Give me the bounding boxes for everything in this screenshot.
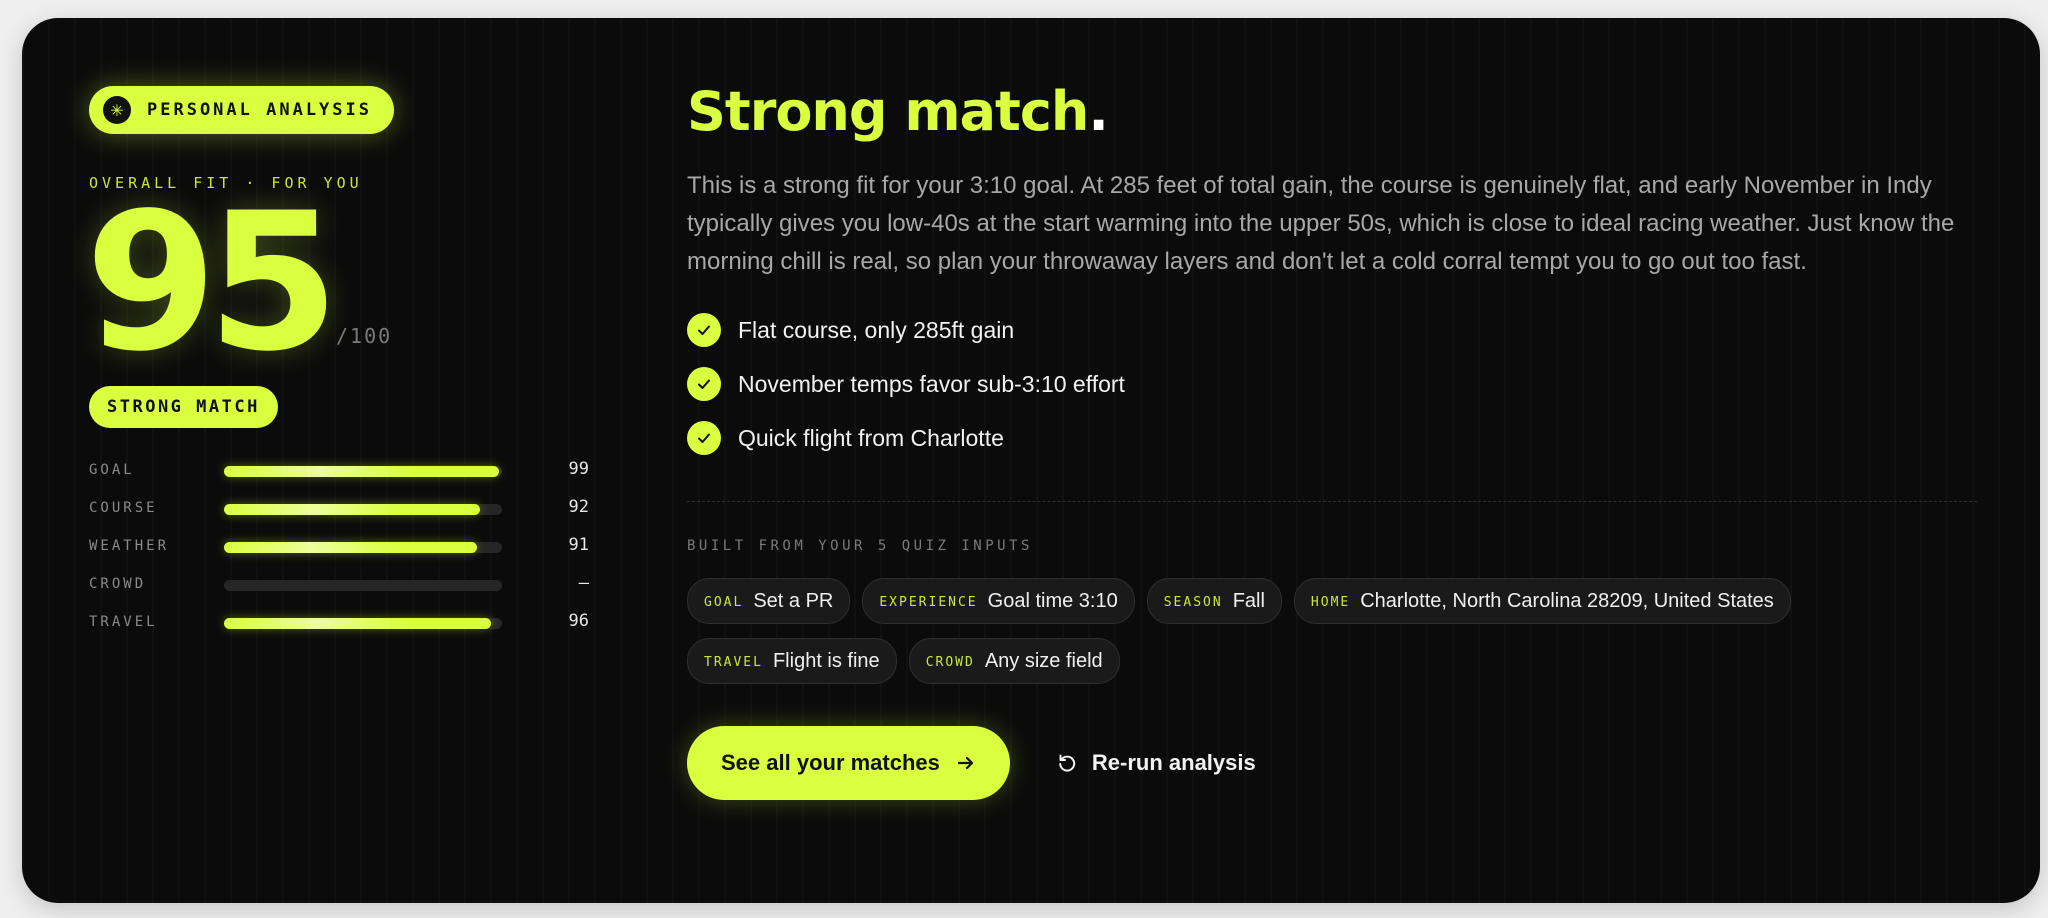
chip-key: SEASON: [1163, 595, 1223, 610]
analysis-summary: This is a strong fit for your 3:10 goal.…: [687, 172, 1955, 275]
breakdown-value: 96: [568, 611, 589, 631]
sparkle-icon: ✳: [103, 96, 131, 124]
input-chip-experience: EXPERIENCE Goal time 3:10: [862, 578, 1135, 624]
breakdown-track: [224, 618, 502, 629]
highlights-list: Flat course, only 285ft gain November te…: [687, 303, 2007, 465]
check-icon: [687, 367, 721, 401]
badge-label: PERSONAL ANALYSIS: [147, 100, 372, 120]
breakdown-track: [224, 466, 502, 477]
breakdown-fill: [224, 504, 480, 515]
chip-key: TRAVEL: [704, 655, 763, 670]
breakdown-value: —: [578, 573, 589, 593]
highlight-text: Quick flight from Charlotte: [738, 424, 1004, 451]
breakdown-label: CROWD: [89, 576, 147, 592]
breakdown-value: 92: [568, 497, 589, 517]
list-item: Quick flight from Charlotte: [687, 411, 2007, 465]
quiz-inputs-list: GOAL Set a PR EXPERIENCE Goal time 3:10 …: [687, 578, 2007, 698]
list-item: Flat course, only 285ft gain: [687, 303, 2007, 357]
score-value: 95: [85, 172, 339, 393]
personal-analysis-badge: ✳ PERSONAL ANALYSIS: [89, 86, 394, 134]
breakdown-track: [224, 580, 502, 591]
chip-key: HOME: [1310, 595, 1351, 610]
breakdown-row-weather: WEATHER 91: [89, 532, 609, 570]
chip-value: Fall: [1232, 589, 1265, 612]
score-breakdown: GOAL 99 COURSE 92 WEATHER 91 CROWD — TRA…: [89, 456, 609, 646]
input-chip-home: HOME Charlotte, North Carolina 28209, Un…: [1293, 578, 1791, 624]
chip-value: Flight is fine: [772, 649, 880, 672]
score-out-of: /100: [336, 324, 393, 348]
divider: [687, 501, 1977, 502]
breakdown-fill: [224, 466, 500, 477]
breakdown-row-travel: TRAVEL 96: [89, 608, 609, 646]
chip-value: Goal time 3:10: [987, 589, 1118, 612]
input-chip-season: SEASON Fall: [1146, 578, 1282, 624]
analysis-card: ✳ PERSONAL ANALYSIS OVERALL FIT · FOR YO…: [22, 18, 2040, 903]
chip-key: EXPERIENCE: [879, 595, 978, 610]
breakdown-label: TRAVEL: [89, 614, 158, 630]
chip-value: Charlotte, North Carolina 28209, United …: [1360, 589, 1774, 612]
quiz-inputs-label: BUILT FROM YOUR 5 QUIZ INPUTS: [687, 538, 1033, 554]
score-display: 95 /100: [85, 188, 609, 386]
chip-key: CROWD: [925, 655, 975, 670]
breakdown-value: 91: [568, 535, 589, 555]
breakdown-fill: [224, 542, 477, 553]
breakdown-label: COURSE: [89, 500, 158, 516]
input-chip-goal: GOAL Set a PR: [687, 578, 851, 624]
see-all-matches-label: See all your matches: [721, 750, 940, 775]
page-title: Strong match.: [687, 80, 2007, 143]
breakdown-track: [224, 542, 502, 553]
check-icon: [687, 313, 721, 347]
breakdown-track: [224, 504, 502, 515]
refresh-icon: [1056, 752, 1078, 774]
breakdown-value: 99: [568, 459, 589, 479]
chip-value: Set a PR: [753, 589, 834, 612]
breakdown-row-goal: GOAL 99: [89, 456, 609, 494]
action-bar: See all your matches Re-run analysis: [687, 726, 2007, 800]
breakdown-fill: [224, 618, 491, 629]
rerun-analysis-button[interactable]: Re-run analysis: [1056, 750, 1256, 776]
highlight-text: November temps favor sub-3:10 effort: [738, 370, 1125, 397]
check-icon: [687, 421, 721, 455]
rerun-analysis-label: Re-run analysis: [1091, 750, 1256, 775]
analysis-details: Strong match. This is a strong fit for y…: [687, 80, 2007, 800]
chip-value: Any size field: [984, 649, 1103, 672]
arrow-right-icon: [956, 753, 976, 773]
see-all-matches-button[interactable]: See all your matches: [687, 726, 1010, 800]
breakdown-row-course: COURSE 92: [89, 494, 609, 532]
breakdown-label: GOAL: [89, 462, 135, 478]
input-chip-crowd: CROWD Any size field: [908, 638, 1120, 684]
headline-text: Strong match: [687, 80, 1089, 143]
highlight-text: Flat course, only 285ft gain: [738, 316, 1015, 343]
breakdown-label: WEATHER: [89, 538, 170, 554]
headline-period: .: [1088, 80, 1108, 143]
breakdown-row-crowd: CROWD —: [89, 570, 609, 608]
score-panel: ✳ PERSONAL ANALYSIS OVERALL FIT · FOR YO…: [85, 86, 609, 646]
chip-key: GOAL: [704, 595, 744, 610]
input-chip-travel: TRAVEL Flight is fine: [687, 638, 897, 684]
list-item: November temps favor sub-3:10 effort: [687, 357, 2007, 411]
